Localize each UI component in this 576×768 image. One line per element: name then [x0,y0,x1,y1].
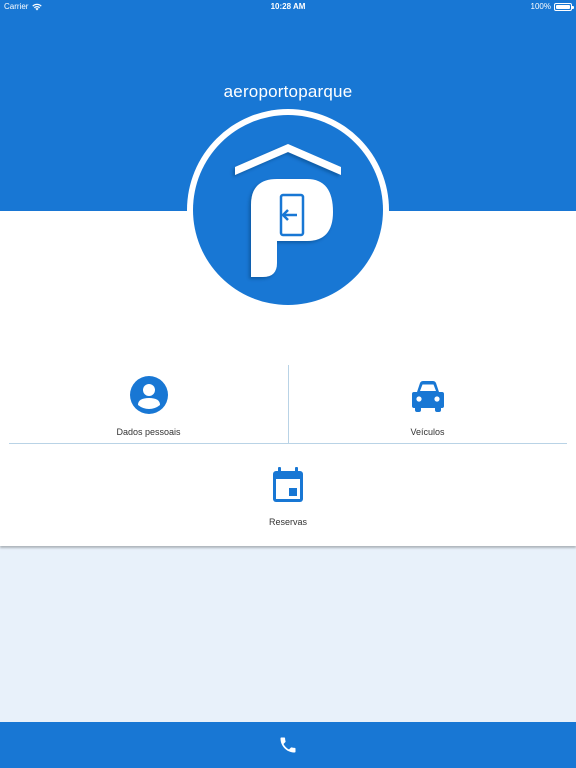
battery-fill [556,4,570,9]
status-bar: Carrier 10:28 AM 100% [0,0,576,14]
menu-item-reservas[interactable]: Reservas [148,465,428,527]
status-right: 100% [530,2,574,11]
person-icon [129,375,169,415]
calendar-icon [268,465,308,505]
horizontal-divider [9,443,567,444]
menu-item-dados-pessoais[interactable]: Dados pessoais [9,375,288,437]
car-icon [408,375,448,415]
footer-bar [0,722,576,768]
menu-label-reservas: Reservas [268,517,307,527]
parking-logo-icon [235,144,341,277]
menu-item-veiculos[interactable]: Veículos [289,375,566,437]
battery-tip [572,5,574,9]
battery-icon [554,2,574,11]
menu-label-dados-pessoais: Dados pessoais [116,427,181,437]
call-button[interactable] [273,730,303,760]
logo [187,109,389,311]
menu-label-veiculos: Veículos [410,427,445,437]
battery-percent: 100% [530,2,551,11]
status-time: 10:28 AM [270,2,306,11]
app-title: aeroportoparque [223,82,353,101]
phone-icon [280,737,296,753]
logo-circle [193,115,383,305]
